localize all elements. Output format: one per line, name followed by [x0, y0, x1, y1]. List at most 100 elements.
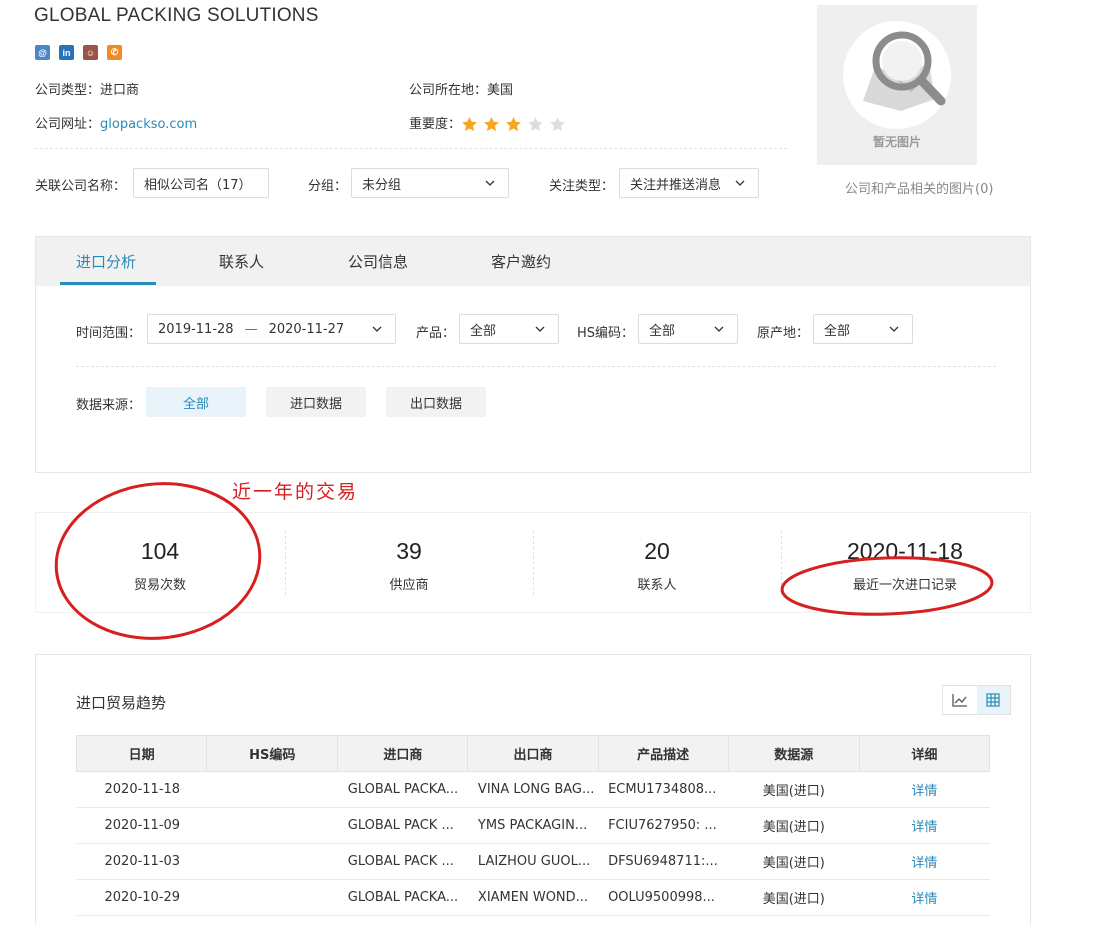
detail-link[interactable]: 详情 [859, 843, 990, 880]
company-type: 公司类型：进口商 [35, 79, 139, 98]
stat-value: 39 [396, 538, 422, 564]
company-name: GLOBAL PACKING SOLUTIONS [34, 5, 319, 26]
tab-company-info[interactable]: 公司信息 [348, 251, 408, 272]
tab-customer-invite[interactable]: 客户邀约 [491, 251, 551, 272]
star-filled-icon[interactable] [505, 116, 522, 133]
no-image-icon: 暂无图片 [843, 21, 951, 149]
table-row: 2020-11-09 GLOBAL PACK ... YMS PACKAGIN.… [76, 807, 990, 844]
hs-code-select[interactable]: 全部 [638, 314, 738, 344]
source-export-button[interactable]: 出口数据 [386, 387, 486, 417]
star-filled-icon[interactable] [483, 116, 500, 133]
company-website-label: 公司网址： [35, 117, 101, 132]
cell-importer: GLOBAL PACKA... [337, 879, 468, 916]
origin-select[interactable]: 全部 [813, 314, 913, 344]
photo-caption[interactable]: 公司和产品相关的图片(0) [845, 178, 993, 197]
stats-summary: 104 贸易次数 39 供应商 20 联系人 2020-11-18 最近一次进口… [35, 512, 1031, 613]
phone-icon[interactable]: ✆ [107, 45, 122, 60]
col-detail: 详细 [858, 735, 991, 772]
star-empty-icon[interactable] [549, 116, 566, 133]
mail-icon[interactable]: @ [35, 45, 50, 60]
cell-data-source: 美国(进口) [728, 771, 860, 808]
cell-date: 2020-10-29 [76, 879, 207, 916]
col-data-source[interactable]: 数据源 [727, 735, 860, 772]
detail-link[interactable]: 详情 [859, 771, 990, 808]
related-company-value: 相似公司名（17） [144, 177, 252, 193]
company-location-value: 美国 [487, 83, 514, 98]
cell-importer: GLOBAL PACKA... [337, 771, 468, 808]
table-row: 2020-10-29 GLOBAL PACKA... XIAMEN WOND..… [76, 879, 990, 916]
cell-exporter: YMS PACKAGIN... [467, 807, 599, 844]
stat-contacts: 20 联系人 [533, 513, 781, 613]
cell-hs-code [206, 771, 338, 808]
source-all-button[interactable]: 全部 [146, 387, 246, 417]
stat-label: 最近一次进口记录 [852, 578, 957, 593]
company-website: 公司网址：glopackso.com [35, 113, 197, 132]
table-view-button[interactable] [976, 686, 1010, 714]
follow-type-label: 关注类型： [549, 179, 615, 194]
company-photo-placeholder: 暂无图片 [817, 5, 977, 165]
import-trend-panel: 进口贸易趋势 日期 HS编码 进口商 出口商 产品描述 数据源 详细 2020-… [35, 654, 1031, 925]
col-date[interactable]: 日期 [75, 735, 208, 772]
cell-data-source: 美国(进口) [728, 879, 860, 916]
stat-label: 贸易次数 [133, 578, 186, 593]
contact-card-icon[interactable]: ☺ [83, 45, 98, 60]
stat-label: 供应商 [389, 578, 429, 593]
table-header-row: 日期 HS编码 进口商 出口商 产品描述 数据源 详细 [75, 735, 991, 772]
filter-divider [76, 366, 996, 367]
cell-hs-code [206, 843, 338, 880]
social-links: @ in ☺ ✆ [35, 45, 122, 60]
date-from: 2019-11-28 [158, 321, 234, 337]
hs-code-label: HS编码： [577, 326, 635, 341]
cell-exporter: XIAMEN WOND... [467, 879, 599, 916]
related-company-button[interactable]: 相似公司名（17） [133, 168, 269, 198]
no-image-text: 暂无图片 [873, 134, 921, 149]
cell-data-source: 美国(进口) [728, 843, 860, 880]
stat-value: 104 [140, 538, 180, 564]
col-hs-code[interactable]: HS编码 [206, 735, 339, 772]
grid-icon [986, 693, 1000, 707]
tab-import-analysis[interactable]: 进口分析 [76, 251, 136, 272]
linkedin-icon[interactable]: in [59, 45, 74, 60]
detail-link[interactable]: 详情 [859, 807, 990, 844]
follow-type-select[interactable]: 关注并推送消息 [619, 168, 759, 198]
company-website-link[interactable]: glopackso.com [100, 117, 197, 132]
chart-view-button[interactable] [943, 686, 977, 714]
date-to: 2020-11-27 [268, 321, 345, 337]
trade-records-table: 日期 HS编码 进口商 出口商 产品描述 数据源 详细 2020-11-18 G… [75, 735, 991, 916]
hs-code-value: 全部 [649, 323, 676, 339]
importance-rating[interactable] [461, 116, 566, 133]
group-value: 未分组 [362, 177, 402, 193]
detail-link[interactable]: 详情 [859, 879, 990, 916]
analysis-panel: 进口分析 联系人 公司信息 客户邀约 时间范围： 2019-11-28 — 20… [35, 236, 1031, 473]
stat-suppliers: 39 供应商 [285, 513, 533, 613]
stat-last-import: 2020-11-18 最近一次进口记录 [781, 513, 1029, 613]
cell-product-desc: DFSU6948711:... [598, 843, 729, 880]
col-product-desc[interactable]: 产品描述 [597, 735, 729, 772]
origin-label: 原产地： [757, 326, 810, 341]
star-filled-icon[interactable] [461, 116, 478, 133]
cell-product-desc: FCIU7627950: ... [598, 807, 729, 844]
follow-type-value: 关注并推送消息 [630, 177, 722, 193]
stat-value: 2020-11-18 [847, 538, 963, 564]
product-select[interactable]: 全部 [459, 314, 559, 344]
date-range-picker[interactable]: 2019-11-28 — 2020-11-27 [147, 314, 396, 344]
company-location-label: 公司所在地： [409, 83, 488, 98]
star-empty-icon[interactable] [527, 116, 544, 133]
line-chart-icon [952, 694, 967, 707]
source-import-button[interactable]: 进口数据 [266, 387, 366, 417]
cell-product-desc: OOLU9500998... [598, 879, 729, 916]
cell-date: 2020-11-09 [76, 807, 207, 844]
col-importer[interactable]: 进口商 [337, 735, 469, 772]
header-divider [35, 148, 787, 149]
tab-contacts[interactable]: 联系人 [219, 251, 264, 272]
date-separator: — [244, 321, 258, 337]
col-exporter[interactable]: 出口商 [467, 735, 599, 772]
company-importance: 重要度： [409, 113, 566, 133]
cell-hs-code [206, 807, 338, 844]
company-type-value: 进口商 [100, 83, 140, 98]
importance-label: 重要度： [409, 117, 462, 132]
data-source-label: 数据来源： [76, 398, 142, 413]
chevron-down-icon [889, 326, 899, 332]
group-select[interactable]: 未分组 [351, 168, 509, 198]
chevron-down-icon [485, 180, 495, 186]
